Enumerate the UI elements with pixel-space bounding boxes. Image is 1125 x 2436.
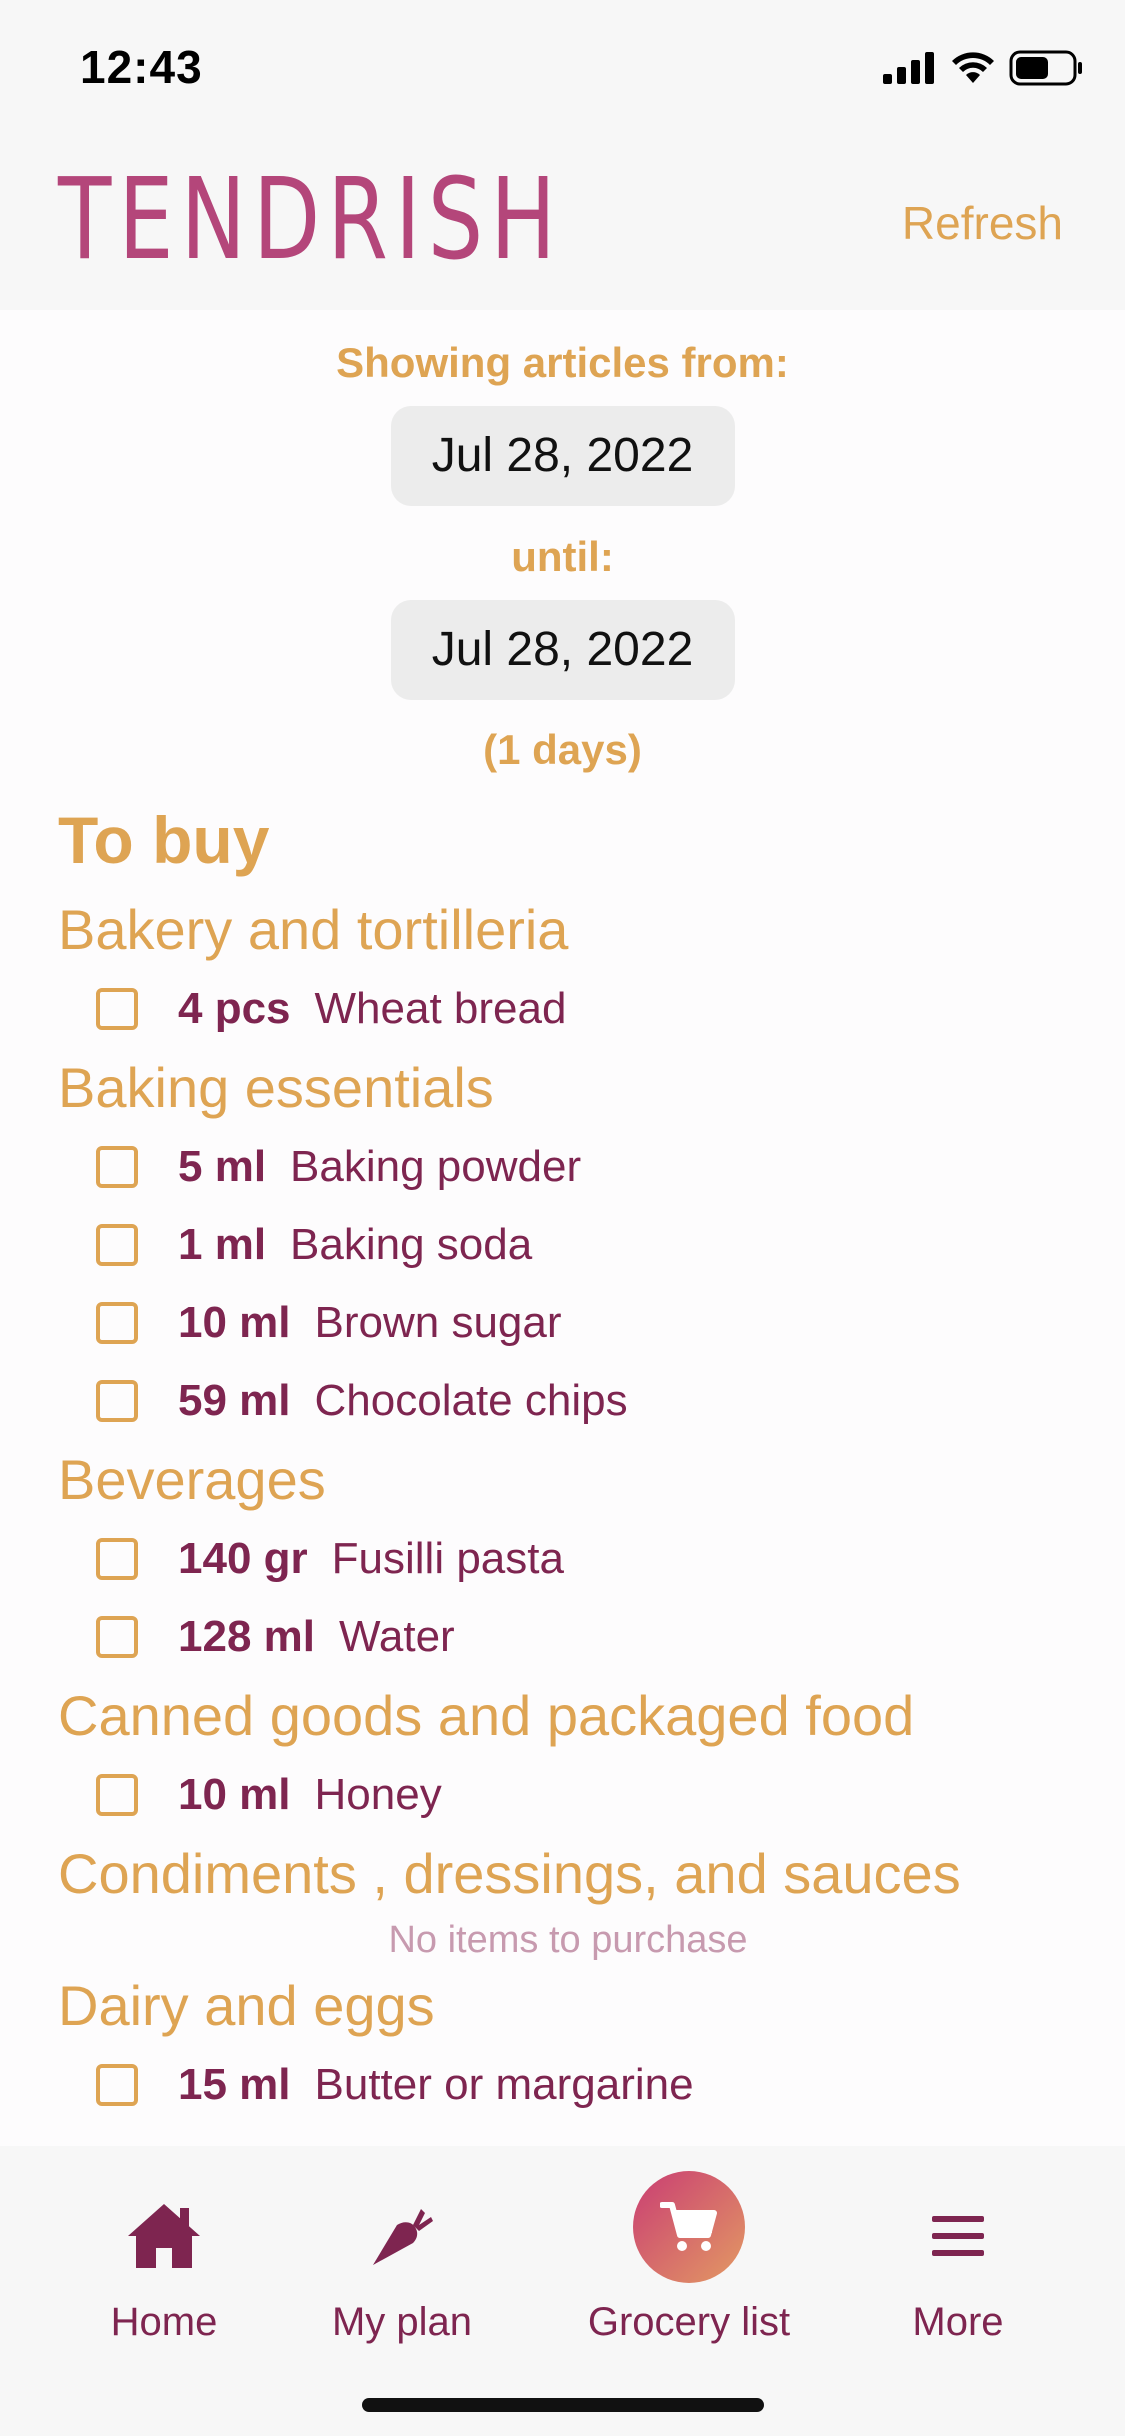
item-checkbox[interactable]: [96, 1538, 138, 1580]
list-item: 128 ml Water: [58, 1598, 1078, 1676]
item-name: Baking powder: [290, 1142, 582, 1191]
nav-more-label: More: [912, 2300, 1004, 2344]
item-name: Brown sugar: [314, 1298, 562, 1347]
item-checkbox[interactable]: [96, 1774, 138, 1816]
refresh-button[interactable]: Refresh: [902, 196, 1063, 250]
category-title: Canned goods and packaged food: [58, 1684, 915, 1747]
item-checkbox[interactable]: [96, 1224, 138, 1266]
list-item: 5 ml Baking powder: [58, 1128, 1078, 1206]
item-name: Fusilli pasta: [331, 1534, 564, 1583]
list-item: 10 ml Brown sugar: [58, 1284, 1078, 1362]
status-bar: 12:43: [0, 0, 1125, 140]
nav-my-plan[interactable]: My plan: [272, 2146, 532, 2345]
nav-my-plan-label: My plan: [331, 2300, 473, 2344]
item-quantity: 59 ml: [178, 1376, 291, 1425]
battery-icon: [1009, 50, 1082, 86]
nav-home[interactable]: Home: [34, 2146, 294, 2345]
nav-more[interactable]: More: [828, 2146, 1088, 2345]
item-checkbox[interactable]: [96, 988, 138, 1030]
item-quantity: 4 pcs: [178, 984, 291, 1033]
category-title: Bakery and tortilleria: [58, 898, 569, 961]
item-name: Chocolate chips: [314, 1376, 628, 1425]
list-item: 1 ml Baking soda: [58, 1206, 1078, 1284]
app-header: TENDRISH Refresh: [0, 140, 1125, 310]
bottom-nav: Home My plan Grocery list More: [0, 2146, 1125, 2436]
wifi-icon: [952, 52, 994, 83]
nav-grocery-list[interactable]: Grocery list: [558, 2146, 820, 2345]
menu-icon: [932, 2216, 984, 2256]
status-time: 12:43: [80, 41, 203, 93]
until-date-picker[interactable]: Jul 28, 2022: [390, 600, 735, 700]
app-logo: TENDRISH: [58, 155, 563, 285]
item-quantity: 1 ml: [178, 1220, 267, 1269]
item-quantity: 10 ml: [178, 1298, 291, 1347]
item-name: Baking soda: [290, 1220, 533, 1269]
list-item: 4 pcs Wheat bread: [58, 970, 1078, 1048]
home-icon: [128, 2204, 200, 2268]
item-quantity: 140 gr: [178, 1534, 308, 1583]
list-item: 15 ml Butter or margarine: [58, 2046, 1078, 2124]
signal-icon: [883, 52, 934, 84]
empty-category-message: No items to purchase: [388, 1919, 748, 1961]
from-label: Showing articles from:: [336, 339, 789, 386]
item-checkbox[interactable]: [96, 2064, 138, 2106]
item-quantity: 5 ml: [178, 1142, 267, 1191]
until-label: until:: [511, 533, 614, 580]
date-range: Showing articles from: Jul 28, 2022 unti…: [0, 310, 1125, 774]
item-name: Honey: [314, 1770, 442, 1819]
list-item: 140 gr Fusilli pasta: [58, 1520, 1078, 1598]
cart-icon-badge: [633, 2171, 745, 2283]
cart-icon: [660, 2202, 717, 2251]
category-title: Condiments , dressings, and sauces: [58, 1842, 961, 1905]
category-title: Baking essentials: [58, 1056, 494, 1119]
item-checkbox[interactable]: [96, 1616, 138, 1658]
status-icons: [883, 46, 1083, 90]
list-item: 59 ml Chocolate chips: [58, 1362, 1078, 1440]
item-name: Wheat bread: [314, 984, 567, 1033]
item-name: Water: [338, 1612, 455, 1661]
item-name: Butter or margarine: [314, 2060, 694, 2109]
item-quantity: 15 ml: [178, 2060, 291, 2109]
carrot-icon: [373, 2209, 433, 2265]
item-quantity: 128 ml: [178, 1612, 315, 1661]
item-quantity: 10 ml: [178, 1770, 291, 1819]
item-checkbox[interactable]: [96, 1302, 138, 1344]
to-buy-heading: To buy: [58, 803, 270, 877]
category-title: Dairy and eggs: [58, 1974, 435, 2037]
days-count: (1 days): [483, 726, 642, 773]
home-indicator: [362, 2398, 764, 2412]
nav-grocery-list-label: Grocery list: [587, 2300, 791, 2344]
list-item: 10 ml Honey: [58, 1756, 1078, 1834]
from-date-picker[interactable]: Jul 28, 2022: [390, 406, 735, 506]
item-checkbox[interactable]: [96, 1146, 138, 1188]
nav-home-label: Home: [110, 2300, 218, 2344]
category-title: Beverages: [58, 1448, 326, 1511]
grocery-list: To buy Bakery and tortilleria 4 pcs Whea…: [58, 790, 1078, 2124]
item-checkbox[interactable]: [96, 1380, 138, 1422]
